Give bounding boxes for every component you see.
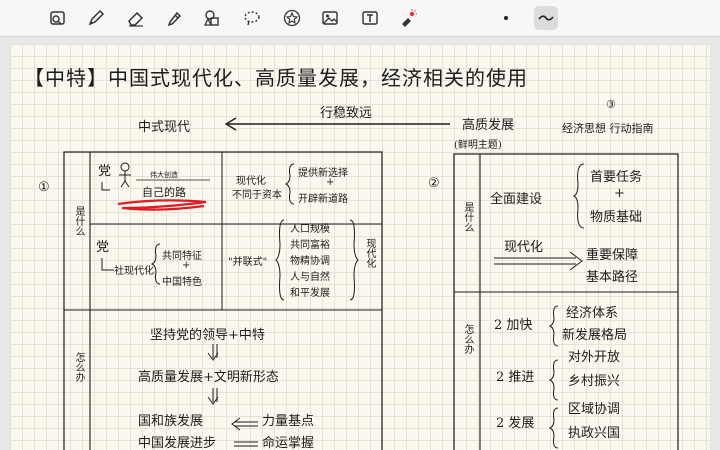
circle-number-3: ③	[606, 98, 616, 111]
develop-text: 2 发展	[496, 416, 535, 431]
toolbar	[0, 0, 720, 37]
material-spirit-text: 物精协调	[290, 256, 330, 267]
row-label-what-left: 是什么	[73, 206, 84, 236]
text-box-icon[interactable]	[358, 6, 382, 30]
image-icon[interactable]	[318, 6, 342, 30]
top-right-heading: 高质发展	[462, 118, 515, 133]
provide-new-text: 提供新选择	[298, 168, 348, 179]
hq-dev-text: 高质量发展+文明新形态	[138, 370, 279, 385]
governance-text: 执政兴国	[568, 426, 621, 441]
party-text-2: 党	[96, 240, 110, 255]
row-label-how-right: 怎么办	[462, 324, 473, 354]
modernize-text: 现代化	[504, 240, 544, 255]
arrow-label: 行稳致远	[320, 106, 373, 121]
modern-vertical-text: 现代化	[364, 238, 375, 268]
parallel-type-text: "并联式"	[228, 257, 268, 268]
econ-system-text: 经济体系	[566, 306, 619, 321]
regional-text: 区域协调	[568, 402, 621, 417]
row-label-what-right: 是什么	[462, 202, 473, 232]
top-left-heading: 中式现代	[138, 120, 191, 135]
circle-number-2: ②	[428, 176, 440, 191]
own-road-text: 自己的路	[142, 186, 186, 199]
social-modern-text: 社现代化	[114, 266, 154, 277]
open-new-text: 开辟新道路	[298, 194, 348, 205]
promote-text: 2 推进	[496, 370, 535, 385]
common-rich-text: 共同富裕	[290, 240, 330, 251]
note-title: 【中特】中国式现代化、高质量发展，经济相关的使用	[24, 66, 528, 90]
modernization-text: 现代化	[236, 176, 266, 187]
china-dev-text: 中国发展进步	[138, 436, 217, 450]
new-pattern-text: 新发展格局	[562, 328, 628, 343]
peace-dev-text: 和平发展	[290, 288, 330, 299]
not-capital-text: 不同于资本	[232, 190, 282, 201]
pen-icon[interactable]	[84, 6, 108, 30]
primary-task-text: 首要任务	[590, 170, 643, 185]
rural-text: 乡村振兴	[568, 374, 621, 389]
basic-path-text: 基本路径	[586, 270, 639, 285]
fate-text: 命运掌握	[262, 436, 315, 450]
power-point-text: 力量基点	[262, 414, 315, 429]
highlighter-icon[interactable]	[162, 6, 186, 30]
guide-text: 经济思想 行动指南	[562, 122, 654, 135]
top-right-subheading: (鲜明主题)	[454, 140, 502, 151]
plus-sign-1: +	[326, 177, 335, 188]
plus-sign-2: +	[182, 260, 191, 271]
note-page[interactable]: 【中特】中国式现代化、高质量发展，经济相关的使用 中式现代 行稳致远 高质发展 …	[10, 44, 710, 450]
build-text: 全面建设	[490, 192, 543, 207]
row-label-how-left: 怎么办	[73, 352, 84, 382]
laser-pointer-icon[interactable]	[396, 6, 420, 30]
shapes-icon[interactable]	[200, 6, 224, 30]
china-feature-text: 中国特色	[162, 277, 202, 288]
dot-icon[interactable]	[494, 6, 518, 30]
circle-number-1: ①	[38, 180, 50, 195]
great-creation-text: 伟大创造	[150, 171, 178, 179]
party-text: 党	[98, 164, 112, 179]
material-base-text: 物质基础	[590, 210, 643, 225]
man-nature-text: 人与自然	[290, 272, 330, 283]
lasso-text-icon[interactable]	[46, 6, 70, 30]
lasso-icon[interactable]	[240, 6, 264, 30]
nation-dev-text: 国和族发展	[138, 414, 204, 429]
open-up-text: 对外开放	[568, 350, 621, 365]
uphold-text: 坚持党的领导+中特	[150, 328, 265, 343]
star-icon[interactable]	[280, 6, 304, 30]
important-guarantee-text: 重要保障	[586, 248, 639, 263]
wave-stroke-icon[interactable]	[534, 6, 558, 30]
pop-scale-text: 人口规模	[290, 224, 330, 235]
plus-sign-3: +	[614, 186, 625, 201]
eraser-icon[interactable]	[124, 6, 148, 30]
speed-up-text: 2 加快	[494, 318, 533, 333]
